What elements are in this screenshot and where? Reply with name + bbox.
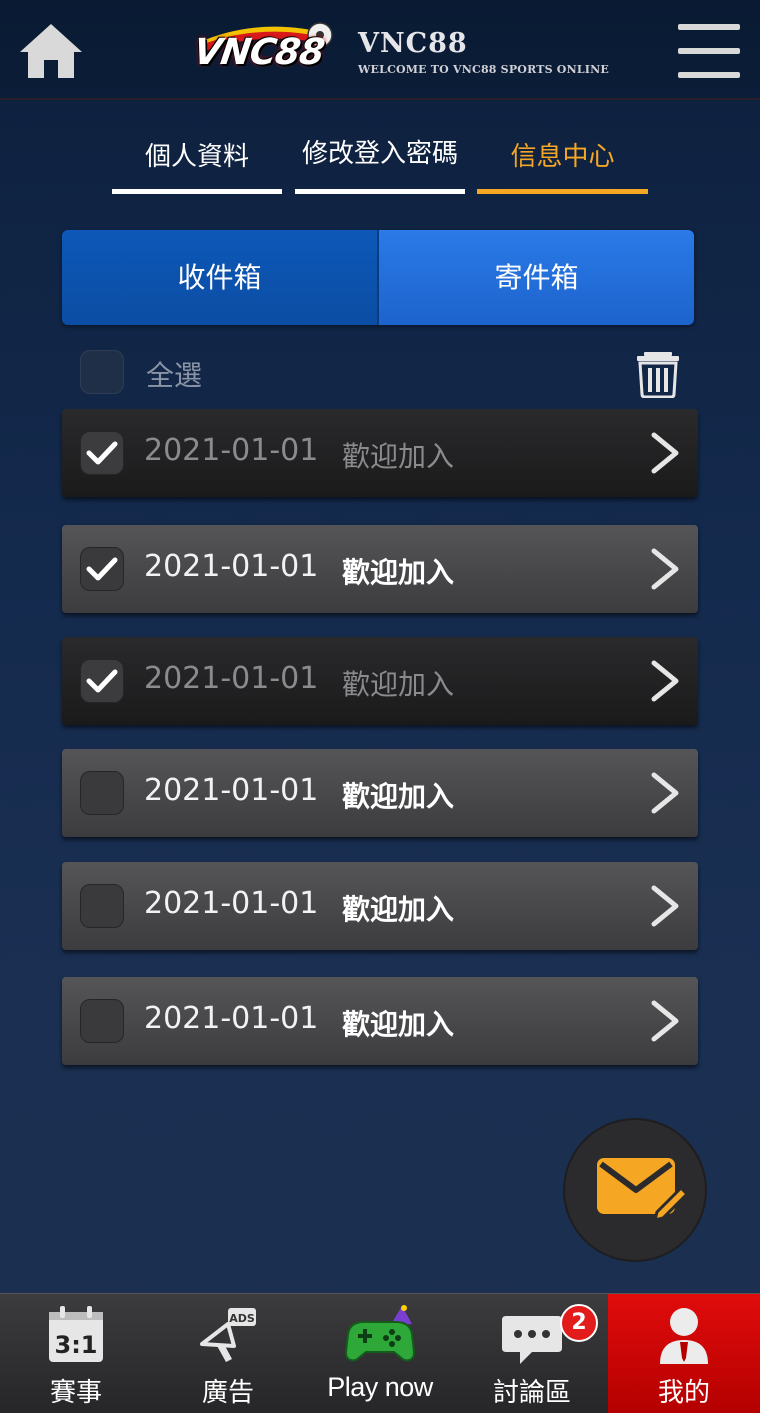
message-row[interactable]: 2021-01-01 歡迎加入 (62, 525, 698, 613)
svg-text:3:1: 3:1 (55, 1331, 98, 1359)
message-row[interactable]: 2021-01-01 歡迎加入 (62, 977, 698, 1065)
chevron-right-icon (651, 432, 679, 474)
bottom-navigation: 3:1 賽事 ADS 廣告 Play now 2 討論區 我的 (0, 1293, 760, 1413)
nav-matches[interactable]: 3:1 賽事 (0, 1294, 152, 1413)
megaphone-ads-icon: ADS (200, 1308, 256, 1362)
message-checkbox[interactable] (80, 884, 124, 928)
message-date: 2021-01-01 (144, 1001, 319, 1036)
nav-me-label: 我的 (657, 1378, 710, 1408)
message-row[interactable]: 2021-01-01 歡迎加入 (62, 862, 698, 950)
brand-title: VNC88 (358, 28, 468, 59)
notification-badge: 2 (560, 1304, 598, 1342)
message-date: 2021-01-01 (144, 433, 319, 468)
message-row[interactable]: 2021-01-01 歡迎加入 (62, 749, 698, 837)
checkmark-icon (86, 441, 118, 465)
select-all-label: 全選 (146, 359, 203, 392)
nav-play-now-label: Play now (327, 1372, 433, 1402)
chat-bubble-icon (502, 1316, 562, 1364)
message-title: 歡迎加入 (342, 556, 455, 589)
message-title: 歡迎加入 (342, 780, 455, 813)
scoreboard-icon: 3:1 (49, 1306, 103, 1362)
svg-text:ADS: ADS (229, 1312, 255, 1325)
app-header: VNC88 VNC88 WELCOME TO VNC88 SPORTS ONLI… (0, 0, 760, 100)
message-row[interactable]: 2021-01-01 歡迎加入 (62, 409, 698, 497)
nav-forum[interactable]: 2 討論區 (456, 1294, 608, 1413)
mailbox-switch: 收件箱 寄件箱 (62, 230, 694, 325)
message-title: 歡迎加入 (342, 893, 455, 926)
message-title: 歡迎加入 (342, 668, 455, 701)
message-date: 2021-01-01 (144, 661, 319, 696)
message-title: 歡迎加入 (342, 440, 455, 473)
compose-message-button[interactable] (565, 1120, 705, 1260)
select-all-row: 全選 (80, 350, 700, 398)
user-profile-icon (660, 1308, 708, 1364)
home-icon (20, 24, 82, 78)
inbox-tab[interactable]: 收件箱 (62, 230, 379, 325)
logo-wordmark: VNC88 (191, 32, 327, 73)
tab-underline (295, 189, 465, 194)
message-row[interactable]: 2021-01-01 歡迎加入 (62, 637, 698, 725)
checkmark-icon (86, 669, 118, 693)
tab-underline (112, 189, 282, 194)
nav-forum-label: 討論區 (492, 1378, 571, 1408)
hamburger-menu-icon[interactable] (678, 24, 740, 78)
tab-underline-active (477, 189, 648, 194)
trash-icon[interactable] (636, 350, 680, 399)
outbox-tab[interactable]: 寄件箱 (379, 230, 694, 325)
chevron-right-icon (651, 885, 679, 927)
gamepad-icon (344, 1305, 416, 1362)
tab-message-center-label: 信息中心 (510, 142, 615, 172)
nav-matches-label: 賽事 (49, 1378, 102, 1408)
message-checkbox[interactable] (80, 771, 124, 815)
select-all-checkbox[interactable] (80, 350, 124, 394)
nav-play-now[interactable]: Play now (304, 1294, 456, 1413)
tab-profile-label: 個人資料 (144, 142, 249, 172)
nav-ads[interactable]: ADS 廣告 (152, 1294, 304, 1413)
tab-message-center[interactable]: 信息中心 (477, 128, 648, 194)
chevron-right-icon (651, 660, 679, 702)
message-checkbox[interactable] (80, 999, 124, 1043)
message-date: 2021-01-01 (144, 886, 319, 921)
nav-ads-label: 廣告 (201, 1378, 254, 1408)
message-title: 歡迎加入 (342, 1008, 455, 1041)
home-button[interactable] (18, 20, 84, 82)
tab-change-password-label: 修改登入密碼 (301, 139, 458, 169)
account-tabs: 個人資料 修改登入密碼 信息中心 (112, 128, 648, 194)
chevron-right-icon (651, 548, 679, 590)
nav-me[interactable]: 我的 (608, 1294, 760, 1413)
message-date: 2021-01-01 (144, 773, 319, 808)
envelope-pencil-icon (597, 1158, 687, 1223)
chevron-right-icon (651, 772, 679, 814)
tab-profile[interactable]: 個人資料 (112, 128, 282, 194)
brand-subtitle: WELCOME TO VNC88 SPORTS ONLINE (358, 63, 609, 76)
checkmark-icon (86, 557, 118, 581)
message-date: 2021-01-01 (144, 549, 319, 584)
tab-change-password[interactable]: 修改登入密碼 (295, 128, 465, 194)
chevron-right-icon (651, 1000, 679, 1042)
